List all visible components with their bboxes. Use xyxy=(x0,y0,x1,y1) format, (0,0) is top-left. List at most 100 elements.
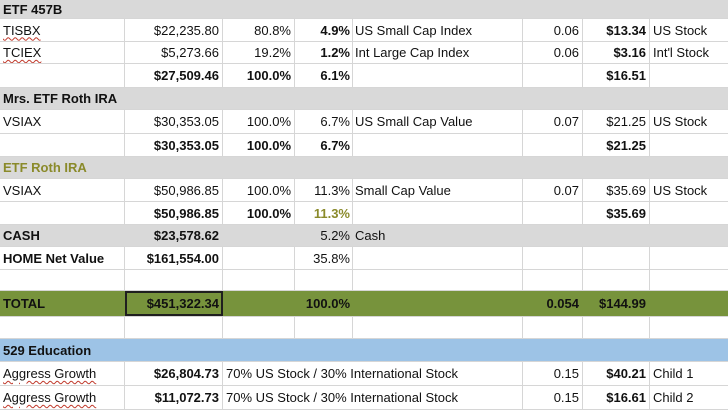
value-cell[interactable]: $26,804.73 xyxy=(125,362,223,385)
expense-ratio-cell[interactable]: 0.06 xyxy=(523,42,583,63)
label-cell[interactable] xyxy=(0,64,125,87)
asset-class-cell[interactable] xyxy=(650,134,728,156)
pct-total-cell[interactable]: 6.7% xyxy=(295,134,353,156)
cash-row[interactable]: CASH $23,578.62 5.2% Cash xyxy=(0,225,728,247)
subtotal-row[interactable]: $50,986.85 100.0% 11.3% $35.69 xyxy=(0,202,728,225)
expense-ratio-cell[interactable] xyxy=(523,225,583,246)
value-cell[interactable]: $30,353.05 xyxy=(125,134,223,156)
table-row[interactable]: TCIEX $5,273.66 19.2% 1.2% Int Large Cap… xyxy=(0,42,728,64)
description-cell[interactable] xyxy=(353,291,523,316)
expense-ratio-cell[interactable]: 0.15 xyxy=(523,386,583,409)
section-header-mrs-roth[interactable]: Mrs. ETF Roth IRA xyxy=(0,88,728,110)
pct-total-cell[interactable]: 4.9% xyxy=(295,19,353,41)
pct-account-cell[interactable] xyxy=(223,291,295,316)
table-row[interactable]: VSIAX $30,353.05 100.0% 6.7% US Small Ca… xyxy=(0,110,728,134)
pct-total-cell[interactable]: 35.8% xyxy=(295,247,353,269)
description-cell[interactable] xyxy=(353,64,523,87)
description-cell[interactable]: US Small Cap Index xyxy=(353,19,523,41)
table-row[interactable]: TISBX $22,235.80 80.8% 4.9% US Small Cap… xyxy=(0,19,728,42)
beneficiary-cell[interactable]: Child 1 xyxy=(650,362,728,385)
description-cell[interactable] xyxy=(353,202,523,224)
value-cell[interactable]: $11,072.73 xyxy=(125,386,223,409)
ticker-cell[interactable]: TISBX xyxy=(0,19,125,41)
pct-total-cell[interactable]: 6.1% xyxy=(295,64,353,87)
empty-cell[interactable] xyxy=(353,317,523,338)
asset-class-cell[interactable]: US Stock xyxy=(650,110,728,133)
cost-cell[interactable]: $40.21 xyxy=(583,362,650,385)
pct-account-cell[interactable] xyxy=(223,247,295,269)
label-cell[interactable]: HOME Net Value xyxy=(0,247,125,269)
cost-cell[interactable]: $21.25 xyxy=(583,110,650,133)
pct-total-cell[interactable]: 6.7% xyxy=(295,110,353,133)
value-cell[interactable]: $5,273.66 xyxy=(125,42,223,63)
cost-cell[interactable] xyxy=(583,247,650,269)
pct-total-cell[interactable]: 5.2% xyxy=(295,225,353,246)
section-header-education[interactable]: 529 Education xyxy=(0,339,728,362)
total-row[interactable]: TOTAL $451,322.34 100.0% 0.054 $144.99 xyxy=(0,291,728,317)
pct-account-cell[interactable]: 100.0% xyxy=(223,202,295,224)
empty-cell[interactable] xyxy=(523,270,583,290)
asset-class-cell[interactable] xyxy=(650,291,728,316)
ticker-cell[interactable]: VSIAX xyxy=(0,110,125,133)
cost-cell[interactable] xyxy=(583,225,650,246)
expense-ratio-cell[interactable]: 0.054 xyxy=(523,291,583,316)
asset-class-cell[interactable]: Int'l Stock xyxy=(650,42,728,63)
label-cell[interactable] xyxy=(0,202,125,224)
asset-class-cell[interactable] xyxy=(650,64,728,87)
pct-account-cell[interactable]: 100.0% xyxy=(223,110,295,133)
plan-cell[interactable]: Aggress Growth xyxy=(0,362,125,385)
cost-cell[interactable]: $3.16 xyxy=(583,42,650,63)
total-value-cell[interactable]: $451,322.34 xyxy=(125,291,223,316)
description-cell[interactable]: US Small Cap Value xyxy=(353,110,523,133)
empty-cell[interactable] xyxy=(295,317,353,338)
empty-cell[interactable] xyxy=(583,317,650,338)
section-header-etf-roth[interactable]: ETF Roth IRA xyxy=(0,157,728,179)
subtotal-row[interactable]: $27,509.46 100.0% 6.1% $16.51 xyxy=(0,64,728,88)
value-cell[interactable]: $23,578.62 xyxy=(125,225,223,246)
empty-cell[interactable] xyxy=(223,270,295,290)
cost-cell[interactable]: $16.61 xyxy=(583,386,650,409)
label-cell[interactable]: CASH xyxy=(0,225,125,246)
empty-cell[interactable] xyxy=(0,317,125,338)
empty-cell[interactable] xyxy=(583,270,650,290)
value-cell[interactable]: $22,235.80 xyxy=(125,19,223,41)
ticker-cell[interactable]: VSIAX xyxy=(0,179,125,201)
asset-class-cell[interactable]: US Stock xyxy=(650,179,728,201)
description-cell[interactable] xyxy=(353,247,523,269)
cost-cell[interactable]: $13.34 xyxy=(583,19,650,41)
table-row[interactable]: Aggress Growth $26,804.73 70% US Stock /… xyxy=(0,362,728,386)
pct-total-cell[interactable]: 11.3% xyxy=(295,179,353,201)
asset-class-cell[interactable]: US Stock xyxy=(650,19,728,41)
empty-cell[interactable] xyxy=(295,270,353,290)
description-cell[interactable]: Small Cap Value xyxy=(353,179,523,201)
empty-row[interactable] xyxy=(0,270,728,291)
section-header-etf457b[interactable]: ETF 457B xyxy=(0,0,728,19)
value-cell[interactable]: $27,509.46 xyxy=(125,64,223,87)
empty-cell[interactable] xyxy=(125,317,223,338)
label-cell[interactable] xyxy=(0,134,125,156)
home-row[interactable]: HOME Net Value $161,554.00 35.8% xyxy=(0,247,728,270)
asset-class-cell[interactable] xyxy=(650,247,728,269)
empty-cell[interactable] xyxy=(125,270,223,290)
pct-account-cell[interactable]: 80.8% xyxy=(223,19,295,41)
expense-ratio-cell[interactable]: 0.06 xyxy=(523,19,583,41)
expense-ratio-cell[interactable] xyxy=(523,202,583,224)
cost-cell[interactable]: $16.51 xyxy=(583,64,650,87)
empty-row[interactable] xyxy=(0,317,728,339)
allocation-cell[interactable]: 70% US Stock / 30% International Stock xyxy=(223,362,523,385)
pct-total-cell[interactable]: 100.0% xyxy=(295,291,353,316)
value-cell[interactable]: $50,986.85 xyxy=(125,202,223,224)
empty-cell[interactable] xyxy=(0,270,125,290)
cost-cell[interactable]: $35.69 xyxy=(583,179,650,201)
value-cell[interactable]: $30,353.05 xyxy=(125,110,223,133)
subtotal-row[interactable]: $30,353.05 100.0% 6.7% $21.25 xyxy=(0,134,728,157)
empty-cell[interactable] xyxy=(650,317,728,338)
plan-cell[interactable]: Aggress Growth xyxy=(0,386,125,409)
value-cell[interactable]: $50,986.85 xyxy=(125,179,223,201)
pct-account-cell[interactable]: 19.2% xyxy=(223,42,295,63)
asset-class-cell[interactable] xyxy=(650,202,728,224)
pct-account-cell[interactable] xyxy=(223,225,295,246)
empty-cell[interactable] xyxy=(223,317,295,338)
cost-cell[interactable]: $21.25 xyxy=(583,134,650,156)
value-cell[interactable]: $161,554.00 xyxy=(125,247,223,269)
